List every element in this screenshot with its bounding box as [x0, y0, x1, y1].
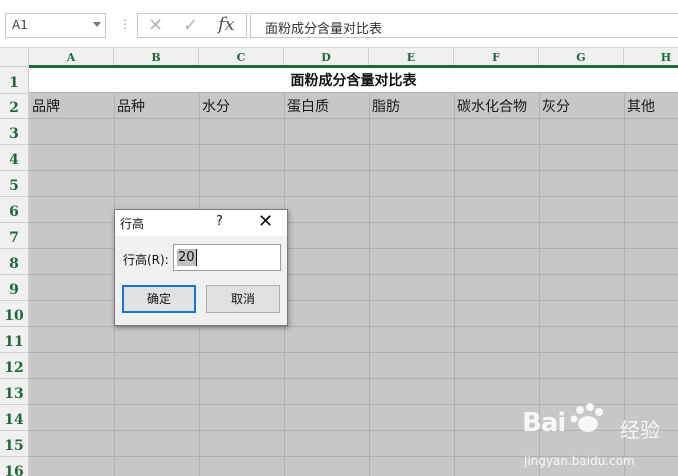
- cancel-button[interactable]: 取消: [206, 285, 280, 313]
- dialog-title: 行高: [120, 217, 145, 231]
- watermark-logo: Bai: [522, 408, 566, 438]
- enter-icon[interactable]: ✓: [183, 15, 198, 36]
- drag-handle-icon[interactable]: ⋮: [119, 17, 131, 31]
- row-header-7[interactable]: 7: [0, 223, 29, 249]
- selection-border: [29, 65, 678, 68]
- gridline: [29, 352, 678, 353]
- row-number: 2: [9, 100, 19, 116]
- row-number: 1: [9, 75, 19, 91]
- row-number: 14: [4, 412, 24, 428]
- gridline: [29, 326, 678, 327]
- row-number: 5: [9, 178, 19, 194]
- row-header-12[interactable]: 12: [0, 353, 29, 379]
- formula-bar: A1 ⋮ ✕ ✓ fx 面粉成分含量对比表: [0, 0, 678, 48]
- chevron-down-icon[interactable]: [93, 22, 101, 27]
- row-header-4[interactable]: 4: [0, 145, 29, 171]
- watermark-url: jingyan.baidu.com: [524, 454, 635, 468]
- row-header-8[interactable]: 8: [0, 249, 29, 275]
- gridline: [454, 94, 455, 476]
- row-height-value: 20: [177, 249, 196, 266]
- row-header-6[interactable]: 6: [0, 197, 29, 223]
- paw-icon: [570, 403, 603, 432]
- gridline: [29, 378, 678, 379]
- header-cell-fat[interactable]: 脂肪: [369, 94, 454, 118]
- row-header-5[interactable]: 5: [0, 171, 29, 197]
- formula-input[interactable]: 面粉成分含量对比表: [250, 13, 678, 38]
- row-height-input[interactable]: 20: [173, 244, 281, 271]
- row-height-label: 行高(R):: [123, 253, 169, 267]
- watermark-text: 经验: [620, 418, 660, 442]
- gridline: [29, 170, 678, 171]
- row-number: 7: [9, 230, 19, 246]
- baidu-watermark: Bai 经验 jingyan.baidu.com: [520, 400, 678, 476]
- select-all-corner[interactable]: [0, 48, 29, 67]
- name-box-value: A1: [12, 18, 28, 32]
- row-number: 10: [4, 308, 24, 324]
- formula-buttons: ✕ ✓ fx: [137, 13, 247, 38]
- row-number: 13: [4, 386, 24, 402]
- row-header-13[interactable]: 13: [0, 379, 29, 405]
- row-header-1[interactable]: 1: [0, 67, 29, 94]
- header-cell-ash[interactable]: 灰分: [539, 94, 624, 118]
- row-header-9[interactable]: 9: [0, 275, 29, 301]
- row-header-2[interactable]: 2: [0, 94, 29, 119]
- header-cell-carbohydrate[interactable]: 碳水化合物: [454, 94, 539, 118]
- header-cell-variety[interactable]: 品种: [114, 94, 199, 118]
- insert-function-icon[interactable]: fx: [218, 14, 235, 35]
- gridline: [29, 196, 678, 197]
- help-icon[interactable]: ?: [216, 214, 223, 229]
- header-cell-moisture[interactable]: 水分: [199, 94, 284, 118]
- row-number: 9: [9, 282, 19, 298]
- row-number: 3: [9, 126, 19, 142]
- formula-input-value: 面粉成分含量对比表: [265, 22, 383, 37]
- row-header-14[interactable]: 14: [0, 405, 29, 431]
- row-header-11[interactable]: 11: [0, 327, 29, 353]
- gridline: [29, 118, 678, 119]
- row-number: 8: [9, 256, 19, 272]
- title-cell[interactable]: 面粉成分含量对比表: [29, 67, 678, 93]
- header-cell-brand[interactable]: 品牌: [29, 94, 114, 118]
- row-number: 15: [4, 438, 24, 454]
- header-cell-protein[interactable]: 蛋白质: [284, 94, 369, 118]
- header-cell-other[interactable]: 其他: [624, 94, 678, 118]
- text-caret: [196, 249, 197, 266]
- gridline: [29, 144, 678, 145]
- row-number: 4: [9, 152, 19, 168]
- row-number: 12: [4, 360, 24, 376]
- row-number: 16: [4, 464, 24, 476]
- row-header-3[interactable]: 3: [0, 119, 29, 145]
- close-icon[interactable]: ✕: [258, 211, 273, 232]
- dialog-title-bar[interactable]: 行高 ? ✕: [115, 210, 287, 236]
- row-header-10[interactable]: 10: [0, 301, 29, 327]
- name-box[interactable]: A1: [5, 13, 106, 38]
- row-number: 6: [9, 204, 19, 220]
- row-number: 11: [4, 334, 24, 350]
- ok-button[interactable]: 确定: [122, 285, 196, 313]
- row-height-dialog: 行高 ? ✕ 行高(R): 20 确定 取消: [114, 209, 288, 326]
- row-header-16[interactable]: 16: [0, 457, 29, 476]
- gridline: [369, 94, 370, 476]
- cancel-icon[interactable]: ✕: [148, 15, 163, 36]
- row-header-15[interactable]: 15: [0, 431, 29, 457]
